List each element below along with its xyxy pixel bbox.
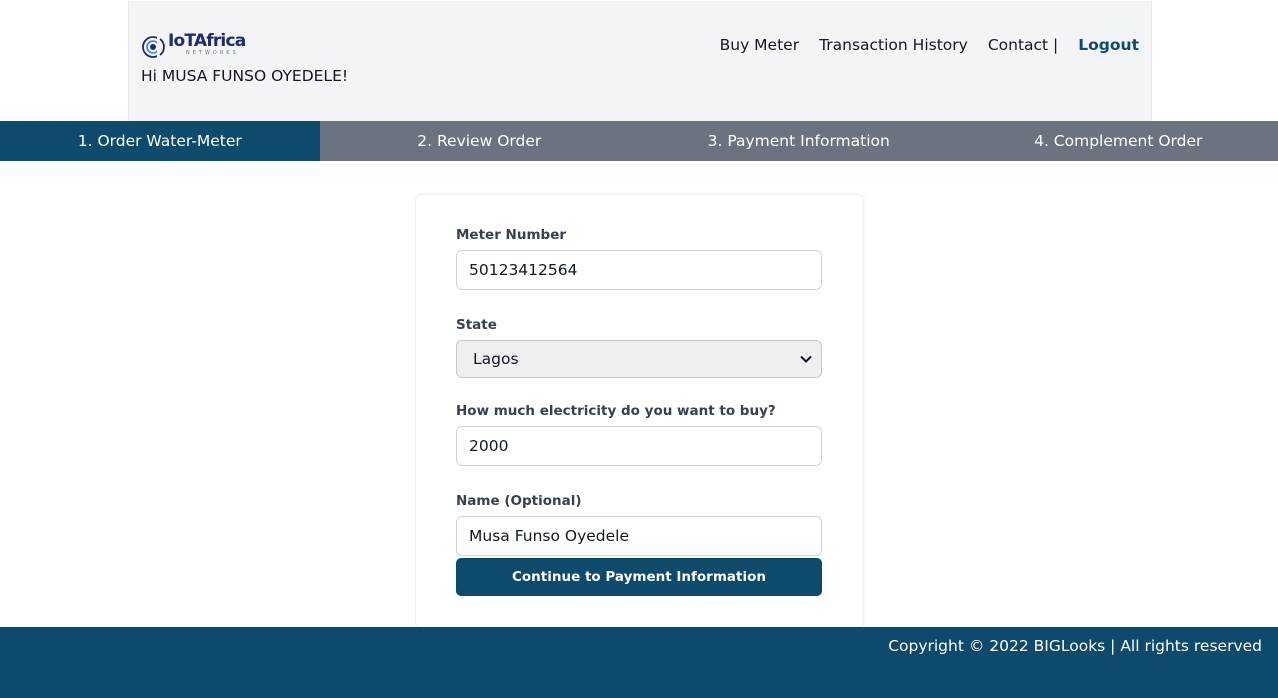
- footer: Copyright © 2022 BIGLooks | All rights r…: [0, 627, 1278, 698]
- iot-africa-logo-icon: [141, 33, 165, 61]
- amount-input[interactable]: [456, 426, 822, 466]
- step-payment-information: 3. Payment Information: [707, 132, 890, 150]
- copyright-text: Copyright © 2022 BIGLooks | All rights r…: [888, 637, 1262, 655]
- nav-contact[interactable]: Contact |: [988, 36, 1058, 54]
- logo-text: IoTAfrica NETWORKS: [168, 31, 246, 56]
- logo[interactable]: IoTAfrica NETWORKS: [141, 31, 246, 61]
- header: IoTAfrica NETWORKS Hi MUSA FUNSO OYEDELE…: [128, 1, 1152, 121]
- name-input[interactable]: [456, 516, 822, 556]
- step-order-water-meter: 1. Order Water-Meter: [0, 121, 320, 161]
- logo-brand-iot: IoT: [168, 31, 195, 51]
- state-label: State: [456, 317, 497, 333]
- nav-buy-meter[interactable]: Buy Meter: [720, 36, 799, 54]
- continue-to-payment-button[interactable]: Continue to Payment Information: [456, 558, 822, 596]
- state-selected-value: Lagos: [473, 350, 519, 368]
- logo-brand: IoTAfrica: [168, 31, 246, 51]
- nav-transaction-history[interactable]: Transaction History: [819, 36, 968, 54]
- meter-number-input[interactable]: [456, 250, 822, 290]
- name-label: Name (Optional): [456, 493, 582, 509]
- logo-brand-africa: Africa: [193, 31, 246, 51]
- logout-link[interactable]: Logout: [1078, 36, 1139, 54]
- state-select[interactable]: Lagos: [456, 340, 822, 378]
- step-complement-order: 4. Complement Order: [1034, 132, 1203, 150]
- logo-subtitle: NETWORKS: [186, 50, 239, 56]
- header-area: IoTAfrica NETWORKS Hi MUSA FUNSO OYEDELE…: [0, 0, 1278, 121]
- step-review-order: 2. Review Order: [417, 132, 542, 150]
- top-nav: Buy Meter Transaction History Contact | …: [720, 36, 1139, 54]
- order-form-card: Meter Number State Lagos How much electr…: [415, 194, 864, 628]
- meter-number-label: Meter Number: [456, 227, 567, 243]
- amount-label: How much electricity do you want to buy?: [456, 403, 776, 419]
- progress-steps: 1. Order Water-Meter 2. Review Order 3. …: [0, 121, 1278, 161]
- chevron-down-icon: [799, 352, 813, 366]
- user-greeting: Hi MUSA FUNSO OYEDELE!: [141, 67, 349, 85]
